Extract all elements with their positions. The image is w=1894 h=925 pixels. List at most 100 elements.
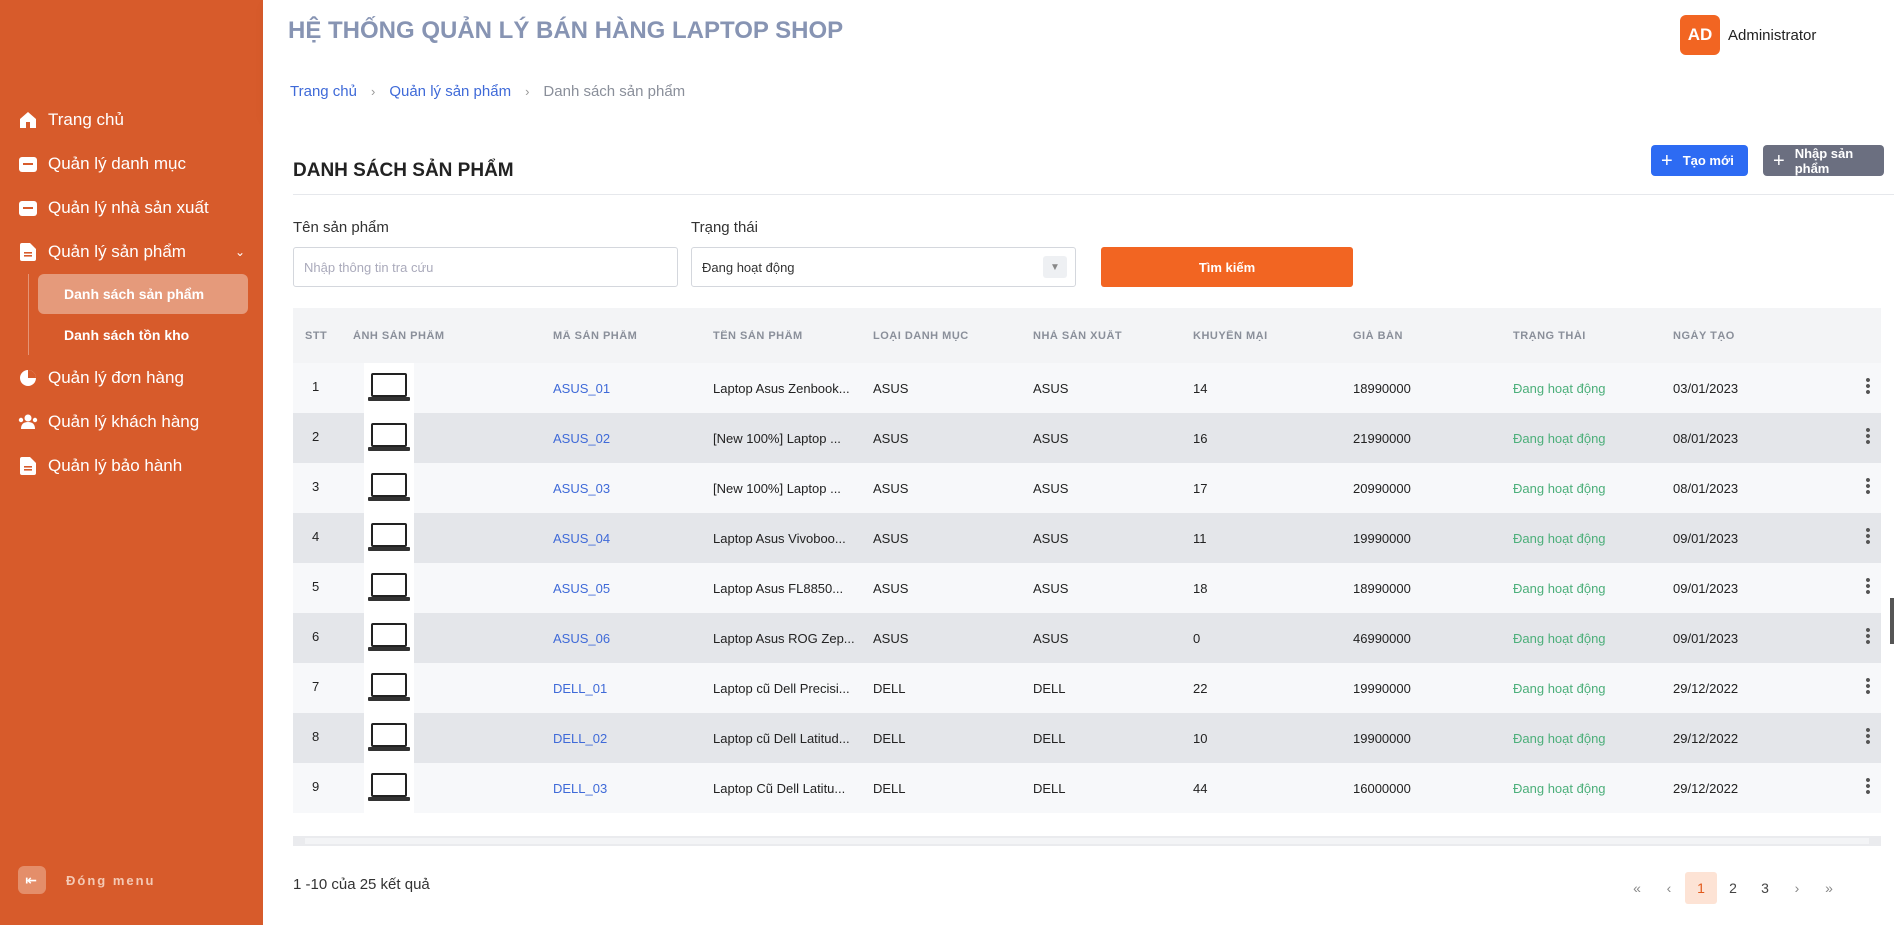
sidebar-item-warranty[interactable]: Quản lý bảo hành [0, 444, 263, 488]
more-actions-icon[interactable]: • • • [1865, 473, 1871, 500]
search-button[interactable]: Tìm kiếm [1101, 247, 1353, 287]
product-code-link[interactable]: ASUS_04 [553, 531, 713, 546]
table-row[interactable]: 8 DELL_02 Laptop cũ Dell Latitud... DELL DEL… [293, 713, 1881, 763]
result-count: 1 -10 của 25 kết quả [293, 876, 430, 893]
table-row[interactable]: 3 ASUS_03 [New 100%] Laptop ... ASUS ASUS 17 2… [293, 463, 1881, 513]
category-cell: DELL [873, 780, 906, 796]
sidebar-item-products[interactable]: Quản lý sản phẩm ⌄ [0, 230, 263, 274]
more-actions-icon[interactable]: • • • [1865, 773, 1871, 800]
scrollbar-thumb[interactable] [305, 838, 1869, 844]
status-cell: Đang hoạt động [1513, 680, 1606, 696]
status-select[interactable]: Đang hoạt động ▼ [691, 247, 1076, 287]
discount-cell: 10 [1193, 730, 1208, 746]
product-code-link[interactable]: ASUS_05 [553, 581, 713, 596]
created-date: 03/01/2023 [1673, 380, 1739, 396]
product-image-cell [353, 663, 553, 713]
product-code-link[interactable]: DELL_01 [553, 681, 713, 696]
sidebar-item-orders[interactable]: Quản lý đơn hàng [0, 356, 263, 400]
column-header: KHUYẾN MẠI [1193, 329, 1268, 342]
logout-icon: ⇤ [18, 866, 46, 894]
product-name: Laptop Asus FL8850... [713, 580, 844, 596]
vertical-scrollbar[interactable] [1890, 598, 1894, 644]
product-code-link[interactable]: ASUS_03 [553, 481, 713, 496]
prev-page-icon[interactable]: ‹ [1653, 872, 1685, 904]
last-page-icon[interactable]: » [1813, 872, 1845, 904]
row-index: 4 [312, 528, 320, 544]
users-icon [18, 412, 38, 432]
sidebar-item-categories[interactable]: Quản lý danh mục [0, 142, 263, 186]
row-index: 5 [312, 578, 320, 594]
user-menu[interactable]: AD Administrator [1680, 15, 1816, 55]
sidebar-subitem-inventory[interactable]: Danh sách tồn kho [38, 315, 248, 355]
more-actions-icon[interactable]: • • • [1865, 623, 1871, 650]
column-header: ẢNH SẢN PHẨM [353, 329, 445, 342]
product-thumbnail [364, 563, 414, 613]
table-row[interactable]: 2 ASUS_02 [New 100%] Laptop ... ASUS ASUS 16 2… [293, 413, 1881, 463]
page-button-3[interactable]: 3 [1749, 872, 1781, 904]
table-row[interactable]: 6 ASUS_06 Laptop Asus ROG Zep... ASUS ASUS 0 4… [293, 613, 1881, 663]
laptop-icon [368, 723, 410, 753]
more-actions-icon[interactable]: • • • [1865, 723, 1871, 750]
more-actions-icon[interactable]: • • • [1865, 423, 1871, 450]
sidebar-subitem-product-list[interactable]: Danh sách sản phẩm [38, 274, 248, 314]
column-header: GIÁ BÁN [1353, 329, 1403, 342]
breadcrumb-products[interactable]: Quản lý sản phẩm [389, 83, 511, 100]
category-cell: ASUS [873, 580, 909, 596]
table-row[interactable]: 7 DELL_01 Laptop cũ Dell Precisi... DELL DEL… [293, 663, 1881, 713]
maker-cell: ASUS [1033, 580, 1069, 596]
sidebar-item-home[interactable]: Trang chủ [0, 98, 263, 142]
column-header: STT [305, 329, 328, 342]
more-actions-icon[interactable]: • • • [1865, 673, 1871, 700]
created-date: 09/01/2023 [1673, 530, 1739, 546]
horizontal-scrollbar[interactable] [293, 836, 1881, 846]
chevron-down-icon: ⌄ [234, 245, 245, 259]
created-date: 08/01/2023 [1673, 480, 1739, 496]
product-name: [New 100%] Laptop ... [713, 430, 841, 446]
create-button[interactable]: + Tạo mới [1651, 145, 1748, 176]
more-actions-icon[interactable]: • • • [1865, 373, 1871, 400]
product-code-link[interactable]: ASUS_06 [553, 631, 713, 646]
product-code-link[interactable]: DELL_03 [553, 781, 713, 796]
product-image-cell [353, 363, 553, 413]
product-table: STT ẢNH SẢN PHẨM MÃ SẢN PHẨM TÊN SẢN PHẨ… [293, 308, 1881, 843]
page-button-2[interactable]: 2 [1717, 872, 1749, 904]
row-index: 7 [312, 678, 320, 694]
sidebar-item-manufacturers[interactable]: Quản lý nhà sản xuất [0, 186, 263, 230]
more-actions-icon[interactable]: • • • [1865, 523, 1871, 550]
product-code-link[interactable]: ASUS_02 [553, 431, 713, 446]
table-row[interactable]: 9 DELL_03 Laptop Cũ Dell Latitu... DELL DELL… [293, 763, 1881, 813]
maker-cell: DELL [1033, 730, 1066, 746]
caret-down-icon: ▼ [1043, 256, 1067, 278]
table-row[interactable]: 1 ASUS_01 Laptop Asus Zenbook... ASUS ASUS 14… [293, 363, 1881, 413]
table-row[interactable]: 4 ASUS_04 Laptop Asus Vivoboo... ASUS ASUS 11… [293, 513, 1881, 563]
first-page-icon[interactable]: « [1621, 872, 1653, 904]
next-page-icon[interactable]: › [1781, 872, 1813, 904]
product-code-link[interactable]: DELL_02 [553, 731, 713, 746]
category-cell: DELL [873, 680, 906, 696]
sidebar: Trang chủ Quản lý danh mục Quản lý nhà s… [0, 0, 263, 925]
more-actions-icon[interactable]: • • • [1865, 573, 1871, 600]
plus-icon: + [1773, 149, 1785, 172]
chevron-right-icon: › [370, 84, 376, 99]
product-code-link[interactable]: ASUS_01 [553, 381, 713, 396]
status-select-value: Đang hoạt động [702, 259, 795, 275]
column-header: MÃ SẢN PHẨM [553, 329, 638, 342]
breadcrumb-home[interactable]: Trang chủ [290, 83, 357, 100]
page-button-1[interactable]: 1 [1685, 872, 1717, 904]
row-index: 1 [312, 378, 320, 394]
product-name-input[interactable]: Nhập thông tin tra cứu [293, 247, 678, 287]
laptop-icon [368, 623, 410, 653]
created-date: 29/12/2022 [1673, 730, 1739, 746]
close-menu-button[interactable]: ⇤ Đóng menu [18, 866, 156, 894]
created-date: 09/01/2023 [1673, 630, 1739, 646]
price-cell: 18990000 [1353, 380, 1411, 396]
table-row[interactable]: 5 ASUS_05 Laptop Asus FL8850... ASUS ASUS 18 1… [293, 563, 1881, 613]
filter-name-label: Tên sản phẩm [293, 219, 389, 236]
column-header: LOẠI DANH MỤC [873, 329, 969, 342]
price-cell: 16000000 [1353, 780, 1411, 796]
document-icon [18, 242, 38, 262]
user-name: Administrator [1728, 26, 1817, 44]
sidebar-item-customers[interactable]: Quản lý khách hàng [0, 400, 263, 444]
status-cell: Đang hoạt động [1513, 380, 1606, 396]
import-product-button[interactable]: + Nhập sản phẩm [1763, 145, 1884, 176]
